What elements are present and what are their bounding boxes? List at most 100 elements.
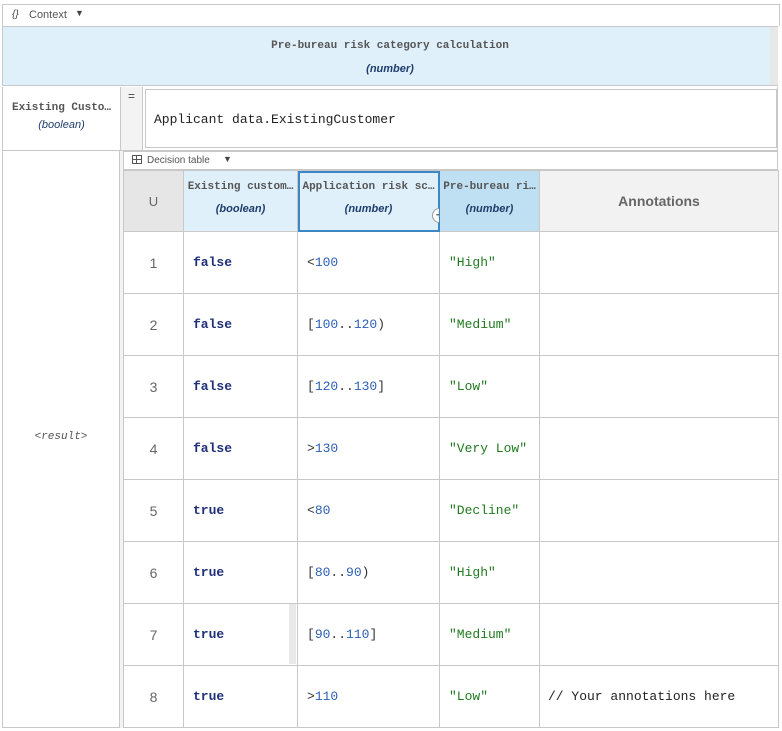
- hit-policy-cell[interactable]: U: [123, 170, 184, 232]
- cell-application-risk-score[interactable]: <100: [297, 231, 440, 294]
- column-name: Application risk sc…: [302, 181, 435, 193]
- decision-table-bar[interactable]: Decision table ▼: [123, 151, 778, 170]
- column-type: (boolean): [215, 203, 266, 215]
- context-entry-expression[interactable]: Applicant data.ExistingCustomer: [145, 89, 777, 148]
- table-row: 6 true [80..90) "High": [123, 541, 779, 604]
- cell-output[interactable]: "Medium": [439, 603, 540, 666]
- result-label: <result>: [34, 431, 88, 443]
- range-prefix: <: [307, 503, 315, 518]
- cell-existing-customer[interactable]: true: [183, 479, 298, 542]
- range-sep: ..: [330, 627, 347, 642]
- row-number[interactable]: 2: [123, 293, 184, 356]
- cell-annotation[interactable]: [539, 479, 779, 542]
- context-entry-row: Existing Custo… (boolean) = Applicant da…: [2, 87, 778, 151]
- add-column-icon[interactable]: +: [432, 208, 439, 223]
- range-low: 130: [314, 441, 339, 456]
- range-sep: ..: [338, 317, 354, 332]
- range-prefix: [: [307, 565, 315, 580]
- context-result-name: Pre-bureau risk category calculation: [271, 40, 509, 52]
- row-number[interactable]: 3: [123, 355, 184, 418]
- range-prefix: >: [307, 689, 315, 704]
- range-low: 120: [314, 379, 339, 394]
- cell-application-risk-score[interactable]: [90..110]: [297, 603, 440, 666]
- table-header-row: U Existing custom… (boolean) Application…: [123, 170, 779, 232]
- cell-output[interactable]: "Medium": [439, 293, 540, 356]
- column-type: (number): [465, 203, 514, 215]
- decision-table-label[interactable]: Decision table: [147, 155, 210, 166]
- cell-existing-customer[interactable]: true: [183, 665, 298, 728]
- table-row: 3 false [120..130] "Low": [123, 355, 779, 418]
- range-prefix: >: [307, 441, 315, 456]
- cell-application-risk-score[interactable]: <80: [297, 479, 440, 542]
- table-row: 1 false <100 "High": [123, 231, 779, 294]
- cell-output[interactable]: "Decline": [439, 479, 540, 542]
- context-label[interactable]: Context: [29, 9, 67, 21]
- cell-annotation[interactable]: [539, 355, 779, 418]
- cell-existing-customer[interactable]: false: [183, 293, 298, 356]
- context-result-header[interactable]: Pre-bureau risk category calculation (nu…: [2, 26, 778, 86]
- output-header[interactable]: Pre-bureau ri… (number): [439, 170, 540, 232]
- cell-annotation[interactable]: [539, 417, 779, 480]
- chevron-down-icon[interactable]: ▼: [75, 8, 84, 18]
- range-low: 80: [314, 503, 331, 518]
- context-entry-name-cell[interactable]: Existing Custo… (boolean): [3, 87, 121, 150]
- cell-annotation[interactable]: // Your annotations here: [539, 665, 779, 728]
- cell-application-risk-score[interactable]: [100..120): [297, 293, 440, 356]
- context-icon: {}: [12, 9, 19, 20]
- cell-annotation[interactable]: [539, 603, 779, 666]
- cell-existing-customer[interactable]: false: [183, 417, 298, 480]
- cell-output[interactable]: "High": [439, 231, 540, 294]
- table-row: 8 true >110 "Low"// Your annotations here: [123, 665, 779, 728]
- context-result-type: (number): [366, 63, 414, 75]
- table-row: 2 false [100..120) "Medium": [123, 293, 779, 356]
- cell-annotation[interactable]: [539, 293, 779, 356]
- scrollbar[interactable]: [770, 27, 778, 85]
- range-suffix: ]: [369, 627, 378, 642]
- range-low: 110: [314, 689, 339, 704]
- cell-application-risk-score[interactable]: [120..130]: [297, 355, 440, 418]
- range-low: 90: [314, 627, 331, 642]
- cell-output[interactable]: "Low": [439, 665, 540, 728]
- entry-gutter: =: [121, 87, 143, 150]
- range-high: 90: [346, 565, 362, 580]
- cell-output[interactable]: "Low": [439, 355, 540, 418]
- row-number[interactable]: 4: [123, 417, 184, 480]
- range-low: 100: [314, 255, 339, 270]
- context-entry-name: Existing Custo…: [11, 102, 112, 114]
- table-icon: [132, 155, 142, 164]
- range-prefix: [: [307, 317, 315, 332]
- table-row: 4 false >130 "Very Low": [123, 417, 779, 480]
- row-number[interactable]: 1: [123, 231, 184, 294]
- decision-table: U Existing custom… (boolean) Application…: [123, 170, 779, 728]
- range-low: 100: [314, 317, 339, 332]
- cell-output[interactable]: "Very Low": [439, 417, 540, 480]
- cell-annotation[interactable]: [539, 231, 779, 294]
- table-row: 5 true <80 "Decline": [123, 479, 779, 542]
- row-number[interactable]: 8: [123, 665, 184, 728]
- cell-output[interactable]: "High": [439, 541, 540, 604]
- column-type: (number): [344, 203, 393, 215]
- cell-existing-customer[interactable]: false: [183, 231, 298, 294]
- input-header-application-risk-score[interactable]: Application risk sc… (number) +: [297, 170, 440, 232]
- cell-existing-customer[interactable]: false: [183, 355, 298, 418]
- cell-existing-customer[interactable]: true: [183, 541, 298, 604]
- column-name: Existing custom…: [187, 181, 294, 193]
- cell-annotation[interactable]: [539, 541, 779, 604]
- cell-application-risk-score[interactable]: [80..90): [297, 541, 440, 604]
- row-number[interactable]: 5: [123, 479, 184, 542]
- equals-sign: =: [128, 89, 136, 103]
- range-prefix: <: [307, 255, 315, 270]
- chevron-down-icon[interactable]: ▼: [223, 154, 232, 164]
- cell-existing-customer[interactable]: true: [183, 603, 298, 666]
- context-bar[interactable]: {} Context ▼: [2, 4, 780, 26]
- range-high: 120: [353, 317, 378, 332]
- cell-application-risk-score[interactable]: >110: [297, 665, 440, 728]
- input-header-existing-customer[interactable]: Existing custom… (boolean): [183, 170, 298, 232]
- row-number[interactable]: 6: [123, 541, 184, 604]
- result-cell[interactable]: <result>: [2, 151, 120, 728]
- row-number[interactable]: 7: [123, 603, 184, 666]
- annotations-header[interactable]: Annotations: [539, 170, 779, 232]
- range-suffix: ): [361, 565, 370, 580]
- resize-handle[interactable]: [289, 604, 296, 664]
- cell-application-risk-score[interactable]: >130: [297, 417, 440, 480]
